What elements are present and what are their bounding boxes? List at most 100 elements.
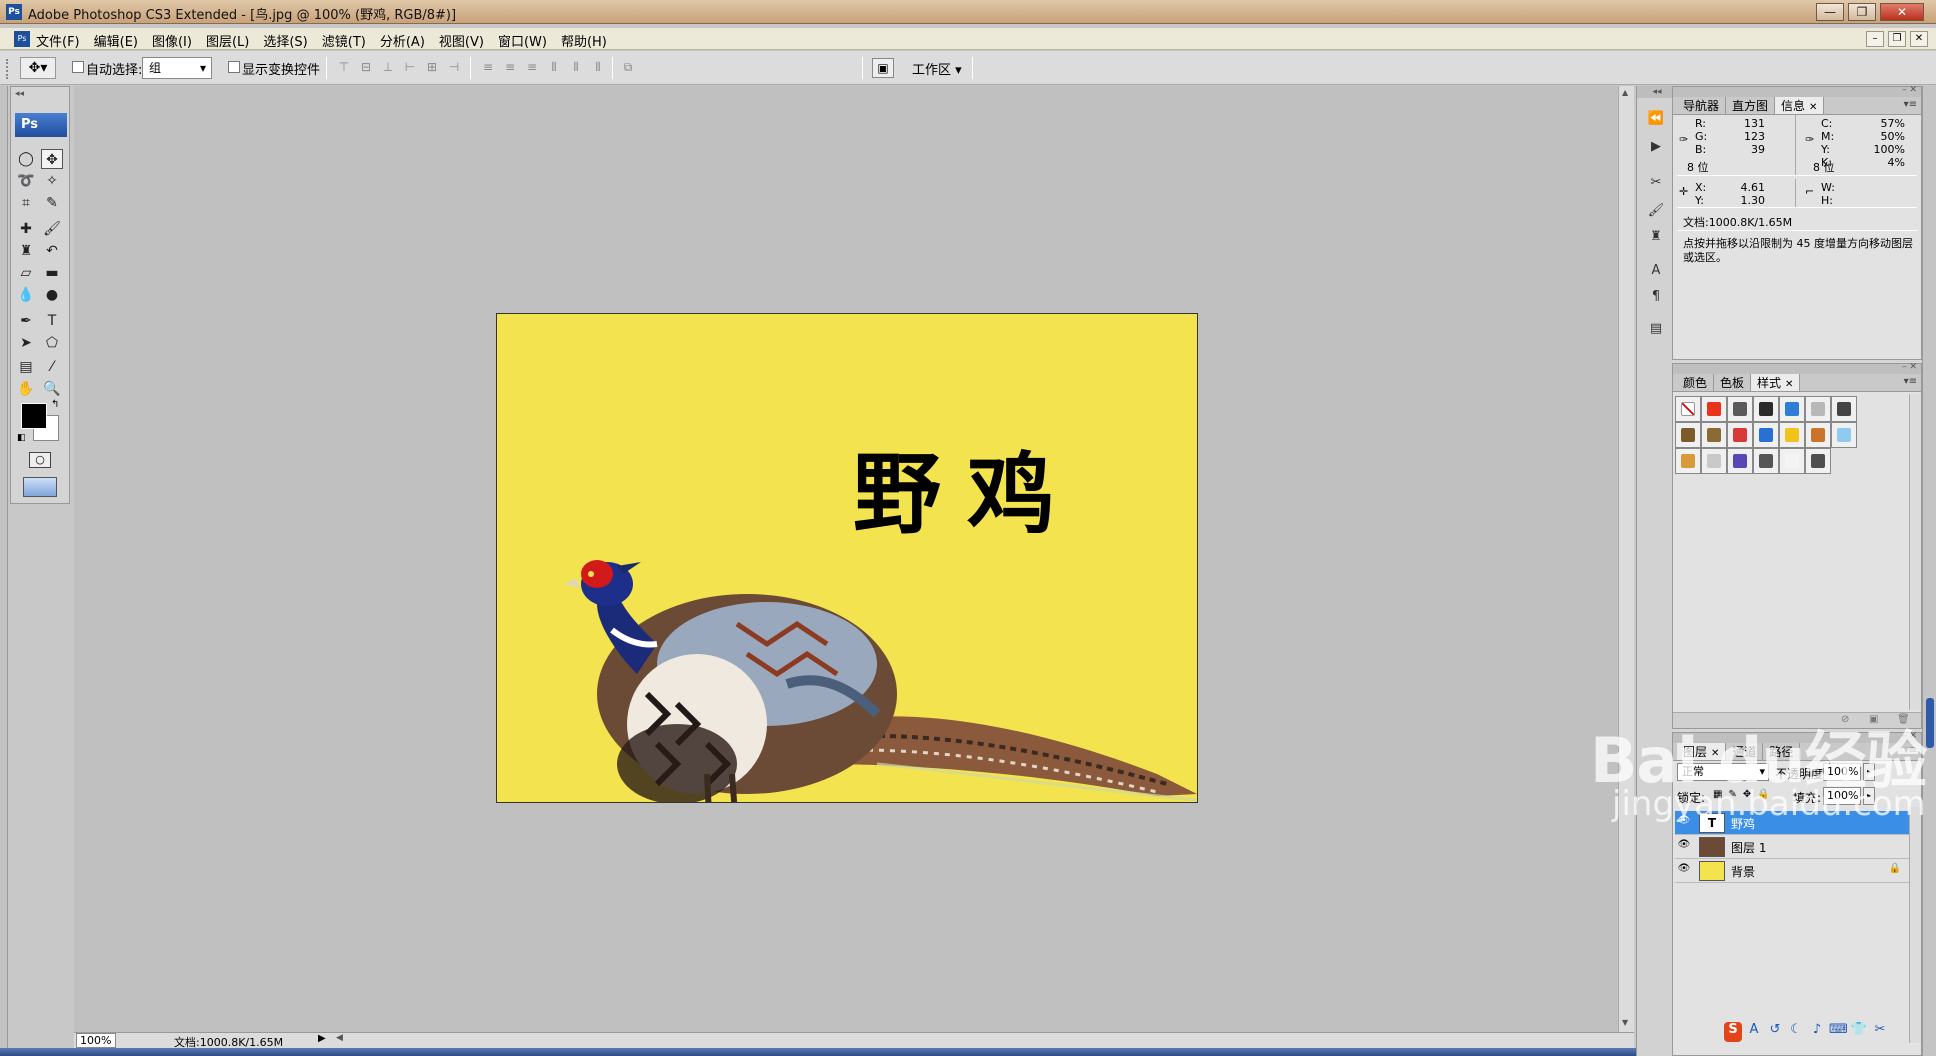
ime-skin-icon[interactable]: 👕 — [1850, 1022, 1868, 1042]
close-button[interactable]: ✕ — [1880, 3, 1924, 21]
options-bar-grip[interactable] — [6, 59, 10, 79]
align-top-icon[interactable]: ⊤ — [336, 59, 352, 75]
align-bottom-icon[interactable]: ⊥ — [380, 59, 396, 75]
tab-channels[interactable]: 通道 — [1726, 743, 1764, 760]
rgb-eyedropper-icon[interactable]: ✑ — [1679, 133, 1688, 146]
ime-punct-icon[interactable]: ↺ — [1766, 1022, 1784, 1042]
align-vcenter-icon[interactable]: ⊟ — [358, 59, 374, 75]
menu-file[interactable]: 文件(F) — [36, 31, 80, 50]
style-swatch-no-style[interactable] — [1675, 396, 1701, 422]
tab-info[interactable]: 信息 ✕ — [1775, 97, 1825, 114]
align-hcenter-icon[interactable]: ⊞ — [424, 59, 440, 75]
distribute-vcenter-icon[interactable]: ≡ — [502, 59, 518, 75]
scroll-down-icon[interactable]: ▼ — [1622, 1018, 1628, 1027]
notes-tool-icon[interactable]: ▤ — [15, 357, 37, 377]
close-tab-icon[interactable]: ✕ — [1711, 748, 1719, 759]
restore-button[interactable]: ❐ — [1848, 3, 1876, 21]
blur-tool-icon[interactable]: 💧 — [15, 285, 37, 305]
show-transform-checkbox[interactable] — [228, 61, 240, 73]
cmyk-eyedropper-icon[interactable]: ✑ — [1805, 133, 1814, 146]
zoom-tool-icon[interactable]: 🔍 — [41, 379, 63, 399]
layer-row[interactable]: 👁 T 野鸡 — [1675, 811, 1909, 835]
menu-view[interactable]: 视图(V) — [439, 31, 484, 50]
visibility-eye-icon[interactable]: 👁 — [1677, 863, 1691, 877]
style-swatch-charcoal[interactable] — [1753, 448, 1779, 474]
minimize-button[interactable]: — — [1816, 3, 1844, 21]
slice-tool-icon[interactable]: ✎ — [41, 193, 63, 213]
tab-navigator[interactable]: 导航器 — [1677, 97, 1727, 114]
photoshop-logo[interactable]: Ps — [15, 113, 67, 137]
opacity-slider-button[interactable]: ▸ — [1863, 763, 1875, 781]
doc-close-button[interactable]: ✕ — [1910, 31, 1928, 47]
lock-position-icon[interactable]: ✥ — [1743, 789, 1751, 800]
tab-layers[interactable]: 图层 ✕ — [1677, 743, 1727, 760]
marquee-tool-icon[interactable]: ◯ — [15, 149, 37, 169]
collapse-toolbox-icon[interactable]: ◂◂ — [15, 89, 24, 99]
style-swatch-sky-blue[interactable] — [1831, 422, 1857, 448]
style-swatch-dark-gradient[interactable] — [1831, 396, 1857, 422]
document-canvas[interactable]: 野鸡 — [496, 313, 1198, 803]
style-swatch-brown-1[interactable] — [1675, 422, 1701, 448]
doc-restore-button[interactable]: ❐ — [1888, 31, 1906, 47]
actions-panel-icon[interactable]: ▶ — [1645, 136, 1667, 158]
close-tab-icon[interactable]: ✕ — [1785, 379, 1793, 390]
canvas-text-layer[interactable]: 野鸡 — [853, 424, 1081, 551]
character-panel-icon[interactable]: A — [1645, 260, 1667, 282]
close-tab-icon[interactable]: ✕ — [1809, 102, 1817, 113]
move-tool-icon[interactable]: ✥▾ — [20, 57, 56, 79]
align-right-icon[interactable]: ⊣ — [446, 59, 462, 75]
history-brush-tool-icon[interactable]: ↶ — [41, 241, 63, 261]
crop-tool-icon[interactable]: ⌗ — [15, 193, 37, 213]
tab-paths[interactable]: 路径 — [1763, 743, 1801, 760]
style-swatch-orange-glow[interactable] — [1701, 396, 1727, 422]
lock-pixels-icon[interactable]: ✎ — [1728, 789, 1736, 800]
panel-minimize-close-icons[interactable]: – ✕ — [1902, 362, 1917, 372]
lock-all-icon[interactable]: 🔒 — [1757, 789, 1769, 800]
fill-input[interactable]: 100% — [1823, 787, 1861, 805]
style-swatch-light-gray[interactable] — [1805, 396, 1831, 422]
style-swatch-white[interactable] — [1779, 448, 1805, 474]
delete-style-icon[interactable]: 🗑 — [1897, 714, 1910, 725]
history-panel-icon[interactable]: ⏪ — [1645, 108, 1667, 130]
status-menu-icon[interactable]: ▶ — [318, 1033, 326, 1044]
fill-slider-button[interactable]: ▸ — [1863, 787, 1875, 805]
shape-tool-icon[interactable]: ⬠ — [41, 333, 63, 353]
style-swatch-slate[interactable] — [1805, 448, 1831, 474]
zoom-level-field[interactable]: 100% — [76, 1033, 116, 1048]
brush-tool-icon[interactable]: 🖌 — [41, 219, 63, 239]
style-swatch-landscape[interactable] — [1675, 448, 1701, 474]
type-tool-icon[interactable]: T — [41, 311, 63, 331]
dodge-tool-icon[interactable]: ● — [41, 285, 63, 305]
eyedropper-tool-icon[interactable]: ⁄ — [41, 357, 63, 377]
style-swatch-orange-wood[interactable] — [1805, 422, 1831, 448]
scroll-up-icon[interactable]: ▲ — [1622, 88, 1628, 97]
tab-histogram[interactable]: 直方图 — [1726, 97, 1776, 114]
menu-image[interactable]: 图像(I) — [152, 31, 192, 50]
align-left-icon[interactable]: ⊢ — [402, 59, 418, 75]
style-swatch-purple[interactable] — [1727, 448, 1753, 474]
document-menu-icon[interactable]: Ps — [14, 31, 30, 47]
blend-mode-select[interactable]: 正常 — [1677, 763, 1769, 781]
layer-comps-panel-icon[interactable]: ▤ — [1645, 318, 1667, 340]
new-style-icon[interactable]: ▣ — [1869, 714, 1878, 725]
style-swatch-black-bevel[interactable] — [1753, 396, 1779, 422]
sogou-ime-icon[interactable]: S — [1724, 1022, 1742, 1042]
panel-menu-icon[interactable]: ▾≡ — [1904, 745, 1917, 756]
auto-select-dropdown[interactable]: 组 — [142, 57, 212, 79]
clear-style-icon[interactable]: ⊘ — [1841, 714, 1849, 725]
menu-window[interactable]: 窗口(W) — [498, 31, 547, 50]
tab-swatches[interactable]: 色板 — [1714, 374, 1752, 391]
workspace-menu[interactable]: 工作区 ▾ — [912, 59, 962, 78]
menu-filter[interactable]: 滤镜(T) — [322, 31, 366, 50]
panel-minimize-close-icons[interactable]: – ✕ — [1902, 731, 1917, 741]
magic-wand-tool-icon[interactable]: ✧ — [41, 171, 63, 191]
layers-scrollbar[interactable] — [1909, 807, 1921, 1043]
quick-mask-icon[interactable]: ○ — [29, 452, 51, 468]
scroll-left-icon[interactable]: ◀ — [336, 1033, 343, 1043]
ime-tools-icon[interactable]: ✂ — [1871, 1022, 1889, 1042]
menu-help[interactable]: 帮助(H) — [561, 31, 607, 50]
layer-row[interactable]: 👁 背景 🔒 — [1675, 859, 1909, 883]
distribute-hcenter-icon[interactable]: ⦀ — [568, 59, 584, 75]
tool-presets-panel-icon[interactable]: ✂ — [1645, 172, 1667, 194]
tab-styles[interactable]: 样式 ✕ — [1751, 374, 1801, 391]
